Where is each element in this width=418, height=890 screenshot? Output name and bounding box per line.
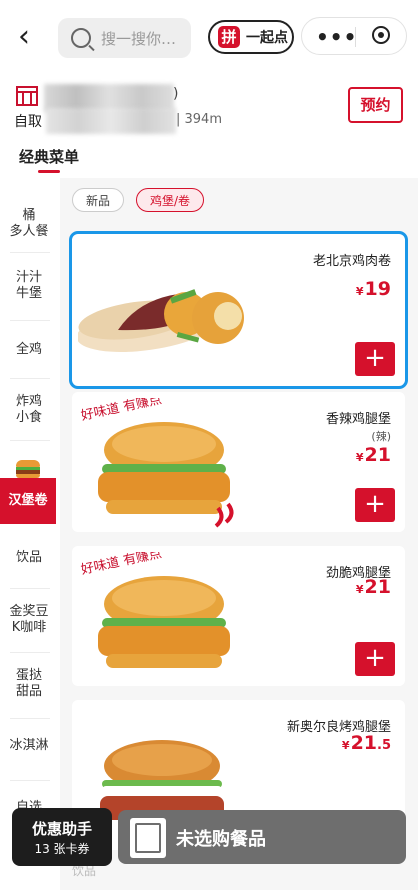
add-to-cart-button[interactable]: +	[355, 642, 395, 676]
group-order-label: 一起点	[246, 30, 288, 46]
search-input[interactable]: 搜一搜你…	[58, 18, 191, 58]
cart-bar: 优惠助手 13 张卡券 未选购餐品	[12, 808, 406, 866]
sidebar-divider	[10, 440, 50, 441]
sidebar-item-beef-burger[interactable]: 汁汁 牛堡	[6, 270, 52, 302]
sidebar-item-coffee[interactable]: 金奖豆 K咖啡	[6, 604, 52, 636]
pickup-mode-label: 自取	[14, 114, 42, 130]
add-to-cart-button[interactable]: +	[355, 342, 395, 376]
sidebar-divider	[10, 320, 50, 321]
store-icon	[15, 84, 39, 114]
product-name: 香辣鸡腿堡	[325, 412, 391, 427]
svg-text:好味道 有赚点: 好味道 有赚点	[80, 552, 164, 578]
pin-logo-icon: 拼	[218, 26, 240, 48]
cart-empty-label: 未选购餐品	[176, 829, 266, 850]
sidebar-divider	[10, 718, 50, 719]
capsule-divider	[355, 27, 356, 47]
product-price: ¥19	[355, 278, 391, 300]
product-spicy-note: (辣)	[371, 430, 391, 443]
product-card-spicy-burger[interactable]: 好味道 有赚点 香辣鸡腿堡 (辣) ¥21 +	[72, 392, 405, 532]
add-to-cart-button[interactable]: +	[355, 488, 395, 522]
mini-program-capsule: •••	[301, 17, 407, 55]
store-distance: | 394m	[176, 112, 222, 127]
sidebar-divider	[10, 652, 50, 653]
burger-icon	[16, 460, 40, 478]
product-price: ¥21	[355, 444, 391, 466]
store-address-blurred	[46, 108, 176, 134]
close-target-icon[interactable]	[372, 26, 390, 44]
tab-underline	[38, 170, 60, 173]
product-price: ¥21.5	[341, 732, 391, 754]
coupon-count: 13 张卡券	[34, 842, 90, 856]
sidebar-item-bucket[interactable]: 桶 多人餐	[6, 208, 52, 240]
store-info[interactable]: ) 自取 | 394m 预约	[0, 78, 418, 140]
sidebar-divider	[10, 378, 50, 379]
shopping-bag-icon	[130, 818, 166, 858]
more-icon[interactable]: •••	[316, 25, 357, 49]
sidebar-divider	[10, 588, 50, 589]
search-placeholder: 搜一搜你…	[101, 29, 177, 48]
top-bar: ‹ 搜一搜你… 拼 一起点 •••	[0, 0, 418, 78]
back-arrow-icon[interactable]: ‹	[18, 22, 48, 52]
product-price: ¥21	[355, 576, 391, 598]
product-card-crispy-burger[interactable]: 好味道 有赚点 劲脆鸡腿堡 ¥21 +	[72, 546, 405, 686]
crispy-burger-image: 好味道 有赚点	[80, 552, 230, 668]
spicy-burger-image: 好味道 有赚点	[80, 398, 234, 528]
sidebar-item-desserts[interactable]: 蛋挞 甜品	[6, 668, 52, 700]
chip-new[interactable]: 新品	[72, 188, 125, 212]
product-card-wrap[interactable]: 老北京鸡肉卷 ¥19 +	[69, 231, 408, 389]
coupon-title: 优惠助手	[31, 820, 92, 838]
group-order-button[interactable]: 拼 一起点	[208, 20, 294, 54]
store-name-paren: )	[173, 86, 179, 102]
product-list: 新品 鸡堡/卷 老北京鸡肉卷 ¥19 + 好味道 有赚点 香辣鸡腿堡 (辣) ¥…	[60, 178, 418, 890]
svg-text:好味道 有赚点: 好味道 有赚点	[80, 398, 164, 424]
wrap-image	[78, 289, 244, 352]
search-icon	[71, 28, 91, 48]
cart-summary[interactable]: 未选购餐品	[118, 810, 406, 864]
sidebar-item-whole-chicken[interactable]: 全鸡	[6, 342, 52, 358]
sidebar-item-burgers[interactable]: 汉堡卷	[0, 478, 56, 524]
sidebar-item-icecream[interactable]: 冰淇淋	[6, 738, 52, 754]
chip-chicken-burger[interactable]: 鸡堡/卷	[136, 188, 205, 212]
sidebar-divider	[10, 780, 50, 781]
product-name: 老北京鸡肉卷	[312, 254, 391, 269]
sidebar-item-drinks[interactable]: 饮品	[6, 550, 52, 566]
tab-classic-menu[interactable]: 经典菜单	[19, 146, 79, 167]
sidebar-divider	[10, 252, 50, 253]
sidebar-item-snacks[interactable]: 炸鸡 小食	[6, 394, 52, 426]
coupon-assistant-button[interactable]: 优惠助手 13 张卡券	[12, 808, 112, 866]
category-sidebar: 桶 多人餐 汁汁 牛堡 全鸡 炸鸡 小食 汉堡卷 饮品 金奖豆 K咖啡 蛋挞 甜…	[0, 178, 60, 890]
reserve-button[interactable]: 预约	[348, 87, 403, 123]
